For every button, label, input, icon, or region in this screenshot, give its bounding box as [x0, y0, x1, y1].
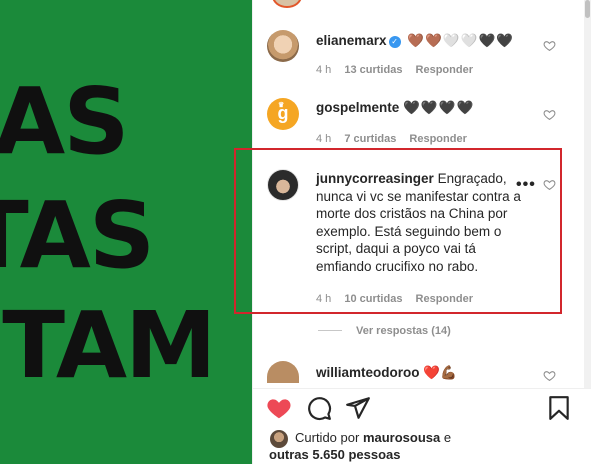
comment-body: ❤️💪🏾: [423, 365, 457, 380]
comment-meta: 4 h 7 curtidas Responder: [316, 133, 477, 145]
post-image-text-line-3: ITAM: [0, 292, 217, 399]
comment-username[interactable]: williamteodoroo: [316, 365, 420, 380]
post-image-text-line-1: AS: [0, 68, 129, 175]
replies-divider: [318, 330, 342, 331]
liked-by-others-count[interactable]: outras 5.650 pessoas: [269, 447, 401, 462]
crown-icon: ♛: [278, 102, 285, 109]
bookmark-icon[interactable]: [546, 395, 572, 421]
view-replies-label[interactable]: Ver respostas (14): [356, 325, 451, 337]
liked-by-others[interactable]: outras 5.650 pessoas: [269, 447, 401, 462]
reply-button[interactable]: Responder: [416, 64, 473, 76]
comment-gospelmente: gospelmente 🖤🖤🖤🖤: [316, 99, 531, 117]
avatar-elianemarx[interactable]: [267, 30, 299, 62]
heart-filled-icon[interactable]: [266, 395, 292, 421]
comment-username[interactable]: elianemarx: [316, 33, 387, 48]
post-image: AS TAS ITAM: [0, 0, 252, 464]
comment-bubble-icon[interactable]: [306, 395, 332, 421]
actions-divider: [252, 388, 591, 389]
liked-by-prefix: Curtido por: [295, 430, 360, 445]
comment-body: 🤎🤎🤍🤍🖤🖤: [407, 33, 515, 48]
comment-username[interactable]: gospelmente: [316, 100, 399, 115]
liked-by-avatar[interactable]: [270, 430, 288, 448]
comment-like-heart-icon[interactable]: [543, 39, 556, 52]
comment-like-heart-icon[interactable]: [543, 108, 556, 121]
view-replies-button[interactable]: Ver respostas (14): [318, 325, 451, 337]
verified-badge-icon: ✓: [388, 36, 401, 48]
comment-williamteodoroo: williamteodoroo ❤️💪🏾: [316, 364, 531, 382]
liked-by-line: Curtido por maurosousa e: [295, 430, 451, 445]
comment-body: 🖤🖤🖤🖤: [403, 100, 475, 115]
highlight-box: [234, 148, 562, 314]
comment-meta: 4 h 13 curtidas Responder: [316, 64, 483, 76]
comment-elianemarx: elianemarx ✓ 🤎🤎🤍🤍🖤🖤: [316, 32, 531, 50]
reply-button[interactable]: Responder: [409, 133, 466, 145]
comments-scrollbar[interactable]: [584, 0, 591, 388]
comment-like-heart-icon[interactable]: [543, 369, 556, 382]
comment-likes-count[interactable]: 7 curtidas: [344, 133, 396, 145]
comment-time: 4 h: [316, 133, 332, 145]
comment-likes-count[interactable]: 13 curtidas: [344, 64, 402, 76]
liked-by-suffix: e: [443, 430, 452, 445]
comment-time: 4 h: [316, 64, 332, 76]
scrollbar-thumb[interactable]: [585, 0, 590, 18]
avatar-gospelmente[interactable]: ♛ g: [267, 98, 299, 130]
post-image-text-line-2: TAS: [0, 182, 155, 289]
liked-by-user[interactable]: maurosousa: [363, 430, 440, 445]
paper-plane-icon[interactable]: [345, 395, 371, 421]
